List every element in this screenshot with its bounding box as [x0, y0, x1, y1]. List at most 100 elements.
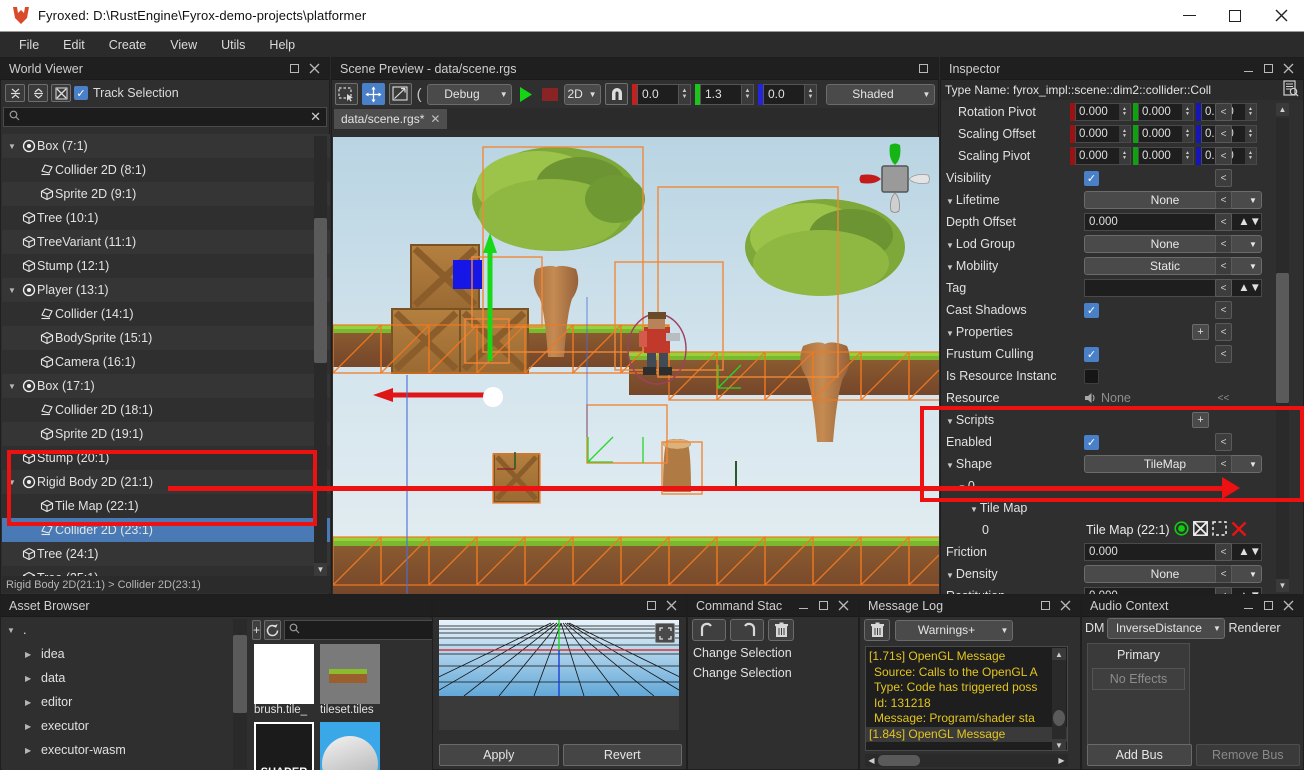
- tree-node[interactable]: ▼ Player (13:1): [2, 278, 330, 302]
- component-value[interactable]: 0.000▲▼: [1075, 125, 1131, 143]
- snap-z-stepper[interactable]: ▲ ▼: [803, 84, 816, 104]
- log-scroll-thumb[interactable]: [1053, 710, 1065, 726]
- component-stepper[interactable]: ▲ ▼: [1245, 148, 1256, 164]
- menu-view[interactable]: View: [159, 35, 208, 55]
- stop-icon[interactable]: [539, 83, 560, 105]
- inspector-revert-button[interactable]: <: [1215, 169, 1232, 187]
- scene-preview-maximize-button[interactable]: [916, 62, 930, 76]
- clear-search-icon[interactable]: ✕: [310, 109, 321, 125]
- inspector-field-stepper[interactable]: ▲▼: [1238, 546, 1261, 558]
- inspector-field-stepper[interactable]: ▲▼: [1238, 216, 1261, 228]
- menu-edit[interactable]: Edit: [52, 35, 96, 55]
- scene-tab-close-icon[interactable]: ✕: [430, 112, 440, 126]
- refresh-icon[interactable]: [264, 620, 282, 640]
- inspector-resource-slot[interactable]: None: [1084, 391, 1131, 405]
- tree-expander-icon[interactable]: ▼: [8, 478, 20, 487]
- select-dashed-icon[interactable]: [1211, 521, 1227, 539]
- world-viewer-search[interactable]: ✕: [3, 107, 327, 127]
- inspector-property-list[interactable]: Rotation Pivot0.000▲▼0.000▲▼0.000▲▼<Scal…: [942, 101, 1288, 595]
- message-log-content[interactable]: [1.71s] OpenGL Message Source: Calls to t…: [865, 646, 1068, 751]
- command-stack-item[interactable]: Change Selection: [693, 663, 858, 683]
- message-log-horizontal-scrollbar[interactable]: ◀ ▶: [865, 754, 1068, 767]
- inspector-field[interactable]: ▲▼: [1084, 279, 1262, 297]
- inspector-revert-button[interactable]: <: [1215, 433, 1232, 451]
- tree-node[interactable]: Collider (14:1): [2, 302, 330, 326]
- component-stepper[interactable]: ▲ ▼: [1245, 126, 1256, 142]
- inspector-combo[interactable]: TileMap ▼: [1084, 455, 1262, 473]
- asset-grid[interactable]: brush.tile_ tileset.tiles SHADER: [250, 642, 432, 770]
- audio-context-minimize-button[interactable]: [1241, 599, 1255, 613]
- scene-tab[interactable]: data/scene.rgs* ✕: [334, 109, 448, 129]
- clear-red-icon[interactable]: [1231, 521, 1247, 540]
- tree-node[interactable]: Collider 2D (18:1): [2, 398, 330, 422]
- scene-viewport[interactable]: [333, 137, 939, 595]
- inspector-expander-icon[interactable]: ▼: [946, 241, 954, 250]
- inspector-checkbox[interactable]: ✓: [1084, 434, 1099, 450]
- inspector-expander-icon[interactable]: ▼: [946, 417, 954, 426]
- asset-item[interactable]: brush.tile_: [254, 644, 314, 716]
- tree-node[interactable]: Collider 2D (8:1): [2, 158, 330, 182]
- inspector-revert-button[interactable]: <: [1215, 191, 1232, 209]
- asset-preview-maximize-button[interactable]: [644, 599, 658, 613]
- audio-bus-list[interactable]: Primary No Effects: [1087, 643, 1190, 748]
- fit-icon[interactable]: [655, 623, 675, 643]
- select-rect-icon[interactable]: [335, 83, 358, 105]
- inspector-field[interactable]: 0.000▲▼: [1084, 213, 1262, 231]
- tree-scroll-thumb[interactable]: [314, 218, 327, 363]
- log-scroll-down-button[interactable]: ▼: [1052, 739, 1066, 750]
- inspector-minimize-button[interactable]: [1241, 62, 1255, 76]
- asset-folder-item[interactable]: ▶ data: [2, 666, 250, 690]
- tree-node[interactable]: TreeVariant (11:1): [2, 230, 330, 254]
- component-value[interactable]: 0.000▲▼: [1138, 125, 1194, 143]
- distance-model-combo[interactable]: InverseDistance ▼: [1107, 617, 1226, 639]
- component-value[interactable]: 0.000▲▼: [1075, 103, 1131, 121]
- audio-context-close-button[interactable]: [1281, 599, 1295, 613]
- inspector-combo[interactable]: Static ▼: [1084, 257, 1262, 275]
- tree-node[interactable]: Tree (10:1): [2, 206, 330, 230]
- menu-help[interactable]: Help: [258, 35, 306, 55]
- tree-node[interactable]: ▼ Box (17:1): [2, 374, 330, 398]
- inspector-add-button[interactable]: +: [1192, 412, 1209, 428]
- inspector-revert-button[interactable]: <: [1215, 235, 1232, 253]
- scene-node-tree[interactable]: ▼ Box (7:1) Collider 2D (8:1) Sprite 2D (9:…: [2, 134, 330, 578]
- asset-folder-item[interactable]: ▶ executor: [2, 714, 250, 738]
- inspector-scroll-down-button[interactable]: ▼: [1276, 579, 1289, 592]
- minimize-button[interactable]: [1166, 0, 1212, 32]
- audio-bus-primary[interactable]: Primary: [1088, 644, 1189, 666]
- tree-node[interactable]: Collider 2D (23:1): [2, 518, 330, 542]
- tree-expander-icon[interactable]: ▼: [8, 142, 20, 151]
- message-log-maximize-button[interactable]: [1038, 599, 1052, 613]
- inspector-revert-button[interactable]: <: [1215, 301, 1232, 319]
- vector-component[interactable]: 0.000▲▼: [1133, 125, 1194, 143]
- asset-folder-item[interactable]: ▶ idea: [2, 642, 250, 666]
- apply-button[interactable]: Apply: [439, 744, 559, 766]
- tree-expander-icon[interactable]: ▼: [8, 286, 20, 295]
- component-stepper[interactable]: ▲ ▼: [1119, 104, 1130, 120]
- inspector-expander-icon[interactable]: ▼: [946, 571, 954, 580]
- inspector-expander-icon[interactable]: ▼: [946, 197, 954, 206]
- inspector-add-button[interactable]: +: [1192, 324, 1209, 340]
- tree-node[interactable]: Sprite 2D (19:1): [2, 422, 330, 446]
- tree-expander-icon[interactable]: ▼: [8, 382, 20, 391]
- inspector-scroll-up-button[interactable]: ▲: [1276, 103, 1289, 116]
- command-stack-minimize-button[interactable]: [796, 599, 810, 613]
- inspector-revert-button[interactable]: <<: [1215, 389, 1232, 407]
- tree-node[interactable]: ▼ Rigid Body 2D (21:1): [2, 470, 330, 494]
- build-profile-combo[interactable]: Debug ▼: [426, 83, 513, 105]
- inspector-combo[interactable]: None ▼: [1084, 191, 1262, 209]
- inspector-handle-slot[interactable]: Tile Map (22:1): [1086, 521, 1247, 540]
- scale-gizmo-icon[interactable]: [388, 83, 412, 105]
- inspector-checkbox[interactable]: ✓: [1084, 346, 1099, 362]
- inspector-checkbox[interactable]: [1084, 368, 1099, 384]
- add-asset-button[interactable]: +: [252, 620, 262, 640]
- asset-item[interactable]: [320, 722, 380, 770]
- redo-icon[interactable]: [730, 619, 764, 641]
- component-value[interactable]: 0.000▲▼: [1138, 103, 1194, 121]
- tree-node[interactable]: Camera (16:1): [2, 350, 330, 374]
- tree-node[interactable]: Sprite 2D (9:1): [2, 182, 330, 206]
- asset-folder-item[interactable]: ▶ editor: [2, 690, 250, 714]
- log-scroll-left-button[interactable]: ◀: [865, 756, 878, 765]
- vector-component[interactable]: 0.000▲▼: [1133, 103, 1194, 121]
- inspector-maximize-button[interactable]: [1261, 62, 1275, 76]
- folder-expander-icon[interactable]: ▶: [25, 674, 41, 683]
